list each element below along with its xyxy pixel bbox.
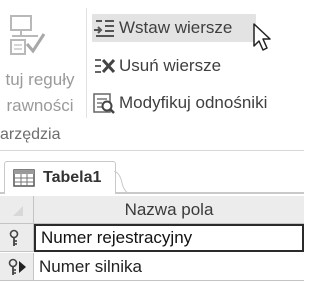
insert-rows-button[interactable]: Wstaw wiersze xyxy=(92,14,256,42)
tools-group-label: arzędzia xyxy=(0,126,61,143)
access-window: tuj reguły rawności arzędzia Wstaw wiers… xyxy=(0,0,304,283)
delete-rows-icon xyxy=(95,58,116,74)
delete-rows-button[interactable]: Usuń wiersze xyxy=(92,52,221,80)
grid-header-row: Nazwa pola xyxy=(0,196,304,224)
test-validation-rules-label-2: rawności xyxy=(6,96,74,115)
test-validation-rules-icon xyxy=(10,15,46,55)
table-design-grid: Nazwa pola Numer rejestracyjny Numer sil… xyxy=(0,196,304,283)
select-all-corner[interactable] xyxy=(0,196,34,224)
mouse-pointer-icon xyxy=(253,23,271,51)
tab-tabela1[interactable]: Tabela1 xyxy=(4,161,116,194)
delete-rows-label: Usuń wiersze xyxy=(119,56,222,75)
modify-lookups-icon xyxy=(93,93,115,114)
test-validation-rules-button[interactable]: tuj reguły rawności xyxy=(0,4,86,122)
field-name-cell[interactable]: Numer rejestracyjny xyxy=(34,224,304,252)
tab-label: Tabela1 xyxy=(43,169,102,186)
insert-rows-icon xyxy=(94,20,114,37)
table-row: Numer silnika xyxy=(0,253,304,281)
document-tab-strip: Tabela1 xyxy=(0,151,304,197)
row-selector[interactable] xyxy=(0,253,34,281)
tab-edge xyxy=(114,171,128,193)
modify-lookups-label: Modyfikuj odnośniki xyxy=(119,93,268,112)
row-selector[interactable] xyxy=(0,224,34,252)
column-header-field-name[interactable]: Nazwa pola xyxy=(34,196,304,224)
field-name-cell[interactable]: Numer silnika xyxy=(34,253,304,281)
ribbon: tuj reguły rawności arzędzia Wstaw wiers… xyxy=(0,0,304,150)
modify-lookups-button[interactable]: Modyfikuj odnośniki xyxy=(92,89,267,117)
insert-rows-label: Wstaw wiersze xyxy=(119,18,233,37)
primary-key-icon xyxy=(9,229,19,246)
ribbon-separator xyxy=(86,8,87,118)
table-icon xyxy=(13,169,35,187)
test-validation-rules-label-1: tuj reguły xyxy=(5,70,75,89)
corner-triangle-icon xyxy=(13,206,23,216)
current-row-key-icon xyxy=(8,258,26,275)
table-row: Numer rejestracyjny xyxy=(0,224,304,252)
